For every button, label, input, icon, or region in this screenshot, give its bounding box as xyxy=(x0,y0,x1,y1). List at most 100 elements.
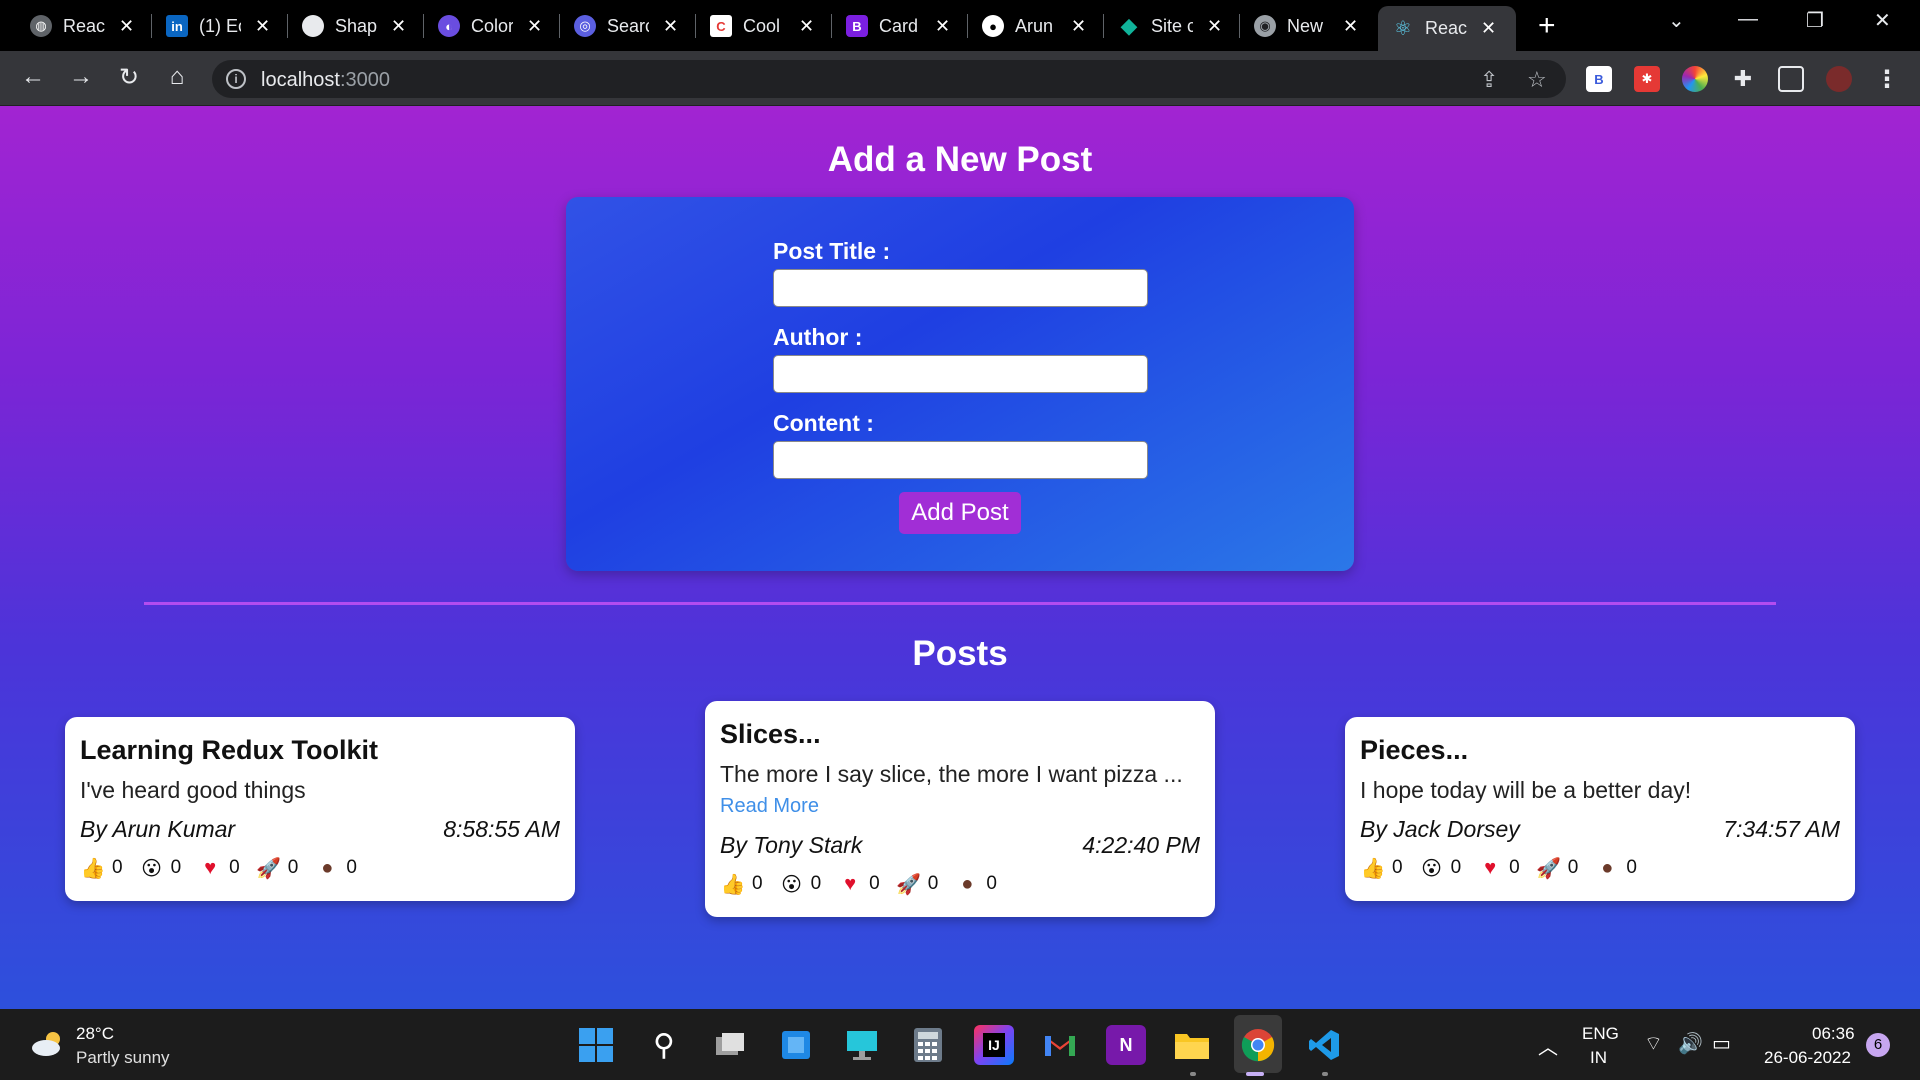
thumbs-up-reaction[interactable]: 👍 0 xyxy=(720,871,763,897)
weather-temperature[interactable]: 28°C xyxy=(76,1024,114,1044)
rocket-icon: 🚀 xyxy=(256,857,282,880)
tab-site[interactable]: ◆ Site c ✕ xyxy=(1104,6,1232,46)
thumbs-up-reaction[interactable]: 👍 0 xyxy=(1360,855,1403,881)
extension-b-icon[interactable]: B xyxy=(1586,66,1612,92)
close-window-button[interactable]: ✕ xyxy=(1874,8,1891,33)
tab-shapes[interactable]: Shap ✕ xyxy=(288,6,416,46)
show-hidden-icons-chevron-icon[interactable]: ︿ xyxy=(1538,1031,1558,1060)
share-icon[interactable]: ⇪ xyxy=(1480,67,1498,93)
close-icon[interactable]: ✕ xyxy=(527,16,542,37)
battery-icon[interactable]: ▭ xyxy=(1712,1031,1731,1056)
heart-reaction[interactable]: ♥ 0 xyxy=(1477,855,1520,881)
home-button[interactable]: ⌂ xyxy=(162,63,192,91)
remote-desktop-icon[interactable] xyxy=(842,1025,882,1065)
tab-search[interactable]: ◎ Searc ✕ xyxy=(560,6,688,46)
rocket-reaction[interactable]: 🚀 0 xyxy=(256,855,298,881)
forward-button[interactable]: → xyxy=(66,63,96,91)
site-info-icon[interactable]: i xyxy=(226,69,246,89)
address-bar[interactable]: i localhost:3000 ⇪ ☆ xyxy=(212,60,1566,98)
onenote-icon[interactable]: N xyxy=(1106,1025,1146,1065)
language-top[interactable]: ENG xyxy=(1582,1024,1619,1044)
rocket-reaction[interactable]: 🚀 0 xyxy=(1536,855,1578,881)
extensions-puzzle-icon[interactable]: ✚ xyxy=(1730,66,1756,92)
post-body: The more I say slice, the more I want pi… xyxy=(720,761,1183,787)
close-icon[interactable]: ✕ xyxy=(935,16,950,37)
heart-reaction[interactable]: ♥ 0 xyxy=(837,871,880,897)
reload-button[interactable]: ↻ xyxy=(114,63,144,92)
author-input[interactable] xyxy=(773,355,1148,393)
new-tab-button[interactable]: + xyxy=(1538,9,1556,43)
coffee-reaction[interactable]: ● 0 xyxy=(954,871,997,897)
reading-list-icon[interactable] xyxy=(1778,66,1804,92)
coffee-reaction[interactable]: ● 0 xyxy=(314,855,357,881)
post-card: Slices... The more I say slice, the more… xyxy=(705,701,1215,917)
rocket-reaction[interactable]: 🚀 0 xyxy=(896,871,938,897)
heart-reaction[interactable]: ♥ 0 xyxy=(197,855,240,881)
close-icon[interactable]: ✕ xyxy=(1071,16,1086,37)
widgets-icon[interactable] xyxy=(776,1025,816,1065)
posts-heading: Posts xyxy=(912,634,1008,673)
calculator-icon[interactable] xyxy=(908,1025,948,1065)
wifi-icon[interactable]: ⌔ xyxy=(1644,1031,1663,1056)
read-more-link[interactable]: Read More xyxy=(720,795,819,818)
close-icon[interactable]: ✕ xyxy=(391,16,406,37)
task-view-icon[interactable] xyxy=(710,1025,750,1065)
globe-icon: ◍ xyxy=(30,15,52,37)
browser-menu-icon[interactable]: ⋮ xyxy=(1874,66,1900,93)
tab-cards[interactable]: B Card ✕ xyxy=(832,6,960,46)
file-explorer-icon[interactable] xyxy=(1172,1025,1212,1065)
close-icon[interactable]: ✕ xyxy=(1481,18,1496,39)
tab-react-active[interactable]: ⚛ React ✕ xyxy=(1378,6,1516,51)
language-bottom[interactable]: IN xyxy=(1590,1048,1607,1068)
reaction-bar: 👍 0 😮 0 ♥ 0 🚀 0 ● 0 xyxy=(1360,855,1653,881)
tab-linkedin[interactable]: in (1) Ec ✕ xyxy=(152,6,280,46)
close-icon[interactable]: ✕ xyxy=(663,16,678,37)
vscode-icon[interactable] xyxy=(1304,1025,1344,1065)
tab-github[interactable]: ● Arun ✕ xyxy=(968,6,1096,46)
partly-sunny-icon[interactable] xyxy=(30,1029,66,1057)
windows-taskbar: 28°C Partly sunny ⚲ IJ N ︿ ENG IN ⌔ 🔊 ▭ … xyxy=(0,1009,1920,1080)
clock-time[interactable]: 06:36 xyxy=(1812,1024,1855,1044)
wow-icon: 😮 xyxy=(1421,857,1442,880)
form-heading: Add a New Post xyxy=(827,140,1093,179)
gmail-icon[interactable] xyxy=(1040,1025,1080,1065)
shape-icon xyxy=(302,15,324,37)
restore-button[interactable]: ❐ xyxy=(1806,8,1824,33)
volume-icon[interactable]: 🔊 xyxy=(1678,1031,1703,1056)
post-title-input[interactable] xyxy=(773,269,1148,307)
minimize-button[interactable]: — xyxy=(1738,8,1758,31)
tab-colors[interactable]: ◐ Color ✕ xyxy=(424,6,552,46)
close-icon[interactable]: ✕ xyxy=(1207,16,1222,37)
close-icon[interactable]: ✕ xyxy=(119,16,134,37)
profile-avatar[interactable] xyxy=(1826,66,1852,92)
intellij-icon[interactable]: IJ xyxy=(974,1025,1014,1065)
wow-reaction[interactable]: 😮 0 xyxy=(779,871,821,897)
chrome-icon[interactable] xyxy=(1238,1025,1278,1065)
color-picker-extension-icon[interactable] xyxy=(1682,66,1708,92)
tab-cool[interactable]: C Cool ✕ xyxy=(696,6,824,46)
wow-icon: 😮 xyxy=(781,873,802,896)
start-icon[interactable] xyxy=(576,1025,616,1065)
url-text[interactable]: localhost:3000 xyxy=(261,69,390,92)
coffee-reaction[interactable]: ● 0 xyxy=(1594,855,1637,881)
back-button[interactable]: ← xyxy=(18,63,48,91)
clock-date[interactable]: 26-06-2022 xyxy=(1764,1048,1851,1068)
tab-new[interactable]: ◉ New ✕ xyxy=(1240,6,1368,46)
close-icon[interactable]: ✕ xyxy=(255,16,270,37)
content-input[interactable] xyxy=(773,441,1148,479)
extension-red-icon[interactable]: ✱ xyxy=(1634,66,1660,92)
search-icon[interactable]: ⚲ xyxy=(644,1025,684,1065)
tab-react-1[interactable]: ◍ React ✕ xyxy=(16,6,144,46)
bookmark-star-icon[interactable]: ☆ xyxy=(1527,67,1547,93)
thumbs-up-reaction[interactable]: 👍 0 xyxy=(80,855,123,881)
notification-badge[interactable]: 6 xyxy=(1866,1033,1890,1057)
linkedin-icon: in xyxy=(166,15,188,37)
add-post-button[interactable]: Add Post xyxy=(899,492,1021,534)
tab-search-dropdown-icon[interactable]: ⌄ xyxy=(1668,8,1685,33)
wow-reaction[interactable]: 😮 0 xyxy=(1419,855,1461,881)
close-icon[interactable]: ✕ xyxy=(1343,16,1358,37)
weather-description[interactable]: Partly sunny xyxy=(76,1048,170,1068)
close-icon[interactable]: ✕ xyxy=(799,16,814,37)
post-body: I've heard good things xyxy=(80,777,306,803)
wow-reaction[interactable]: 😮 0 xyxy=(139,855,181,881)
